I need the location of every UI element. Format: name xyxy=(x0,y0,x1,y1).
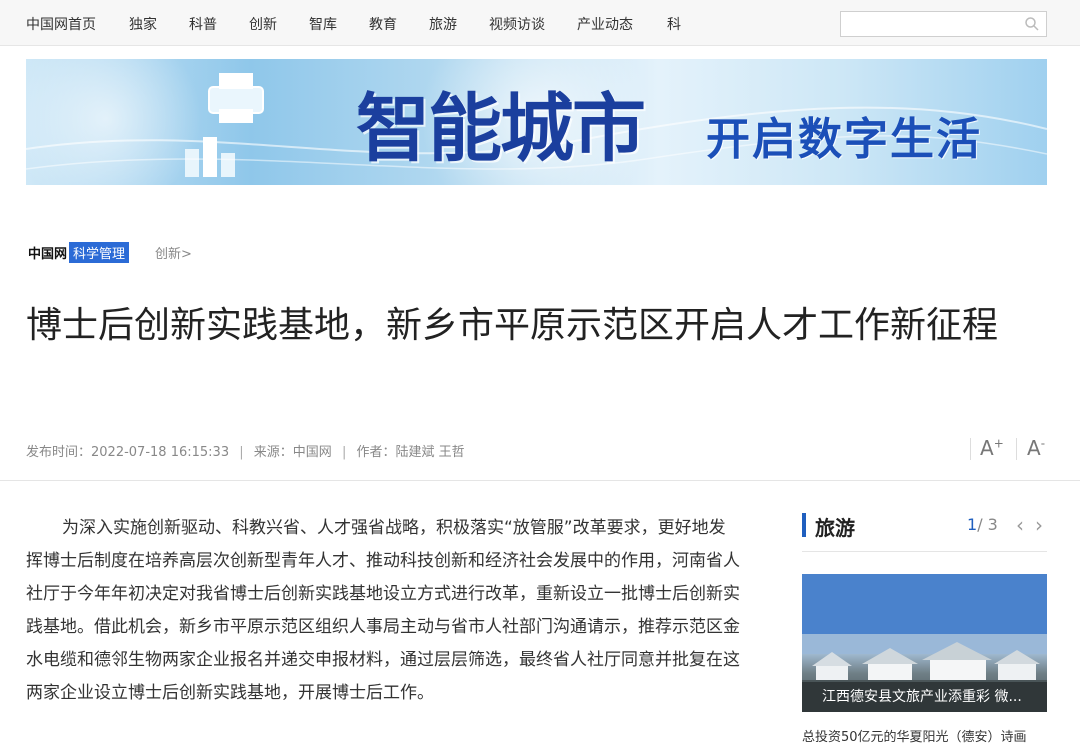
section-badge[interactable]: 科学管理 xyxy=(69,241,130,263)
author-label: 作者： xyxy=(356,445,396,460)
nav-item-think-tank[interactable]: 智库 xyxy=(309,14,337,34)
font-control-divider xyxy=(1016,438,1017,460)
nav-item-industry[interactable]: 产业动态 xyxy=(577,14,633,34)
publish-label: 发布时间： xyxy=(26,445,92,460)
font-decrease-button[interactable]: A- xyxy=(1027,436,1045,462)
meta-separator: | xyxy=(341,445,347,460)
sidebar-feature-image[interactable]: 江西德安县文旅产业添重彩 微... xyxy=(802,574,1047,712)
nav-item-travel[interactable]: 旅游 xyxy=(429,14,457,34)
font-increase-button[interactable]: A+ xyxy=(980,436,1004,462)
nav-item-home[interactable]: 中国网首页 xyxy=(26,14,96,34)
breadcrumb: 中国网 科学管理 创新> xyxy=(28,241,192,263)
breadcrumb-subsection[interactable]: 创新> xyxy=(155,243,192,262)
minus-icon: - xyxy=(1040,436,1046,451)
top-nav: 中国网首页 独家 科普 创新 智库 教育 旅游 视频访谈 产业动态 科 xyxy=(0,0,1080,46)
article-title: 博士后创新实践基地，新乡市平原示范区开启人才工作新征程 xyxy=(26,305,999,346)
search-input[interactable] xyxy=(841,12,1021,36)
author-value: 陆建斌 王哲 xyxy=(395,445,465,460)
font-increase-label: A xyxy=(980,436,994,460)
banner-title: 智能城市 xyxy=(356,86,646,172)
sidebar-divider xyxy=(802,551,1047,552)
source-label: 来源： xyxy=(253,445,293,460)
image-caption[interactable]: 江西德安县文旅产业添重彩 微... xyxy=(802,682,1047,712)
nav-item-education[interactable]: 教育 xyxy=(369,14,397,34)
article-body: 为深入实施创新驱动、科教兴省、人才强省战略，积极落实“放管服”改革要求，更好地发… xyxy=(26,518,740,703)
meta-separator: | xyxy=(239,445,244,460)
font-control-divider xyxy=(970,438,971,460)
nav-item-video-interview[interactable]: 视频访谈 xyxy=(489,14,545,34)
sidebar-header: 旅游 1/ 3 ‹ › xyxy=(802,511,1047,541)
sidebar-pager: 1/ 3 xyxy=(967,515,998,534)
banner[interactable]: 智能城市 开启数字生活 xyxy=(26,59,1047,185)
nav-item-more[interactable]: 科 xyxy=(667,14,681,34)
section-divider xyxy=(0,480,1080,481)
nav-item-exclusive[interactable]: 独家 xyxy=(129,14,157,34)
nav-item-innovation[interactable]: 创新 xyxy=(249,14,277,34)
chevron-right-icon[interactable]: › xyxy=(1035,513,1043,537)
nav-item-popular-science[interactable]: 科普 xyxy=(189,14,217,34)
search-box xyxy=(840,11,1047,37)
publish-time: 2022-07-18 16:15:33 xyxy=(91,445,230,460)
pager-total: / 3 xyxy=(977,515,998,534)
pager-current: 1 xyxy=(967,515,978,534)
sidebar-accent-bar xyxy=(802,513,806,537)
search-icon[interactable] xyxy=(1024,16,1040,32)
sidebar-list-item[interactable]: 总投资50亿元的华夏阳光（德安）诗画 xyxy=(802,726,1047,745)
sidebar-title[interactable]: 旅游 xyxy=(815,512,855,541)
site-logo[interactable]: 中国网 xyxy=(28,243,67,262)
chevron-left-icon[interactable]: ‹ xyxy=(1016,513,1024,537)
source-value[interactable]: 中国网 xyxy=(293,445,332,460)
article-meta: 发布时间：2022-07-18 16:15:33 | 来源：中国网 | 作者：陆… xyxy=(26,441,465,460)
plus-icon: + xyxy=(993,436,1004,451)
font-decrease-label: A xyxy=(1027,436,1041,460)
banner-subtitle: 开启数字生活 xyxy=(706,114,982,165)
